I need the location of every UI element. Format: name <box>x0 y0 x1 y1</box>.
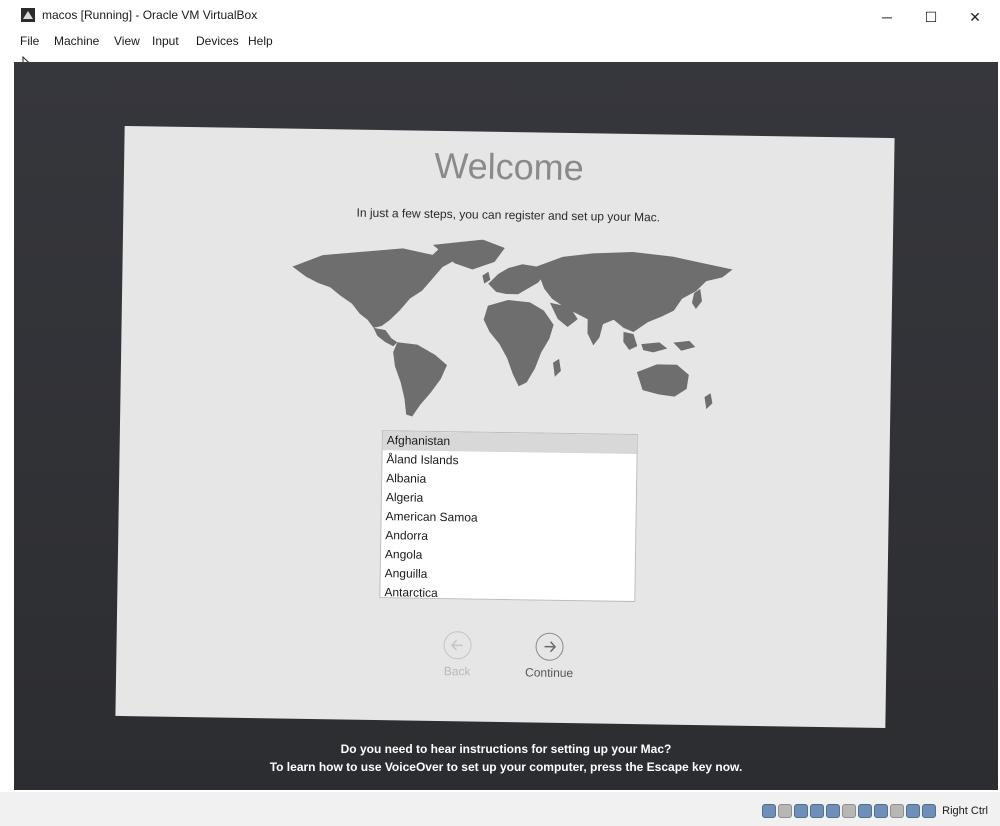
virtualbox-app-icon <box>21 8 35 22</box>
audio-icon[interactable] <box>794 804 809 818</box>
close-button[interactable]: ✕ <box>962 8 988 26</box>
usb-icon[interactable] <box>826 804 841 818</box>
voiceover-prompt-line1: Do you need to hear instructions for set… <box>340 742 672 756</box>
menu-view[interactable]: View <box>114 34 140 48</box>
continue-button[interactable]: Continue <box>519 632 580 685</box>
back-label: Back <box>443 664 471 679</box>
maximize-icon: ☐ <box>924 8 938 25</box>
maximize-button[interactable]: ☐ <box>918 8 944 26</box>
setup-panel: Welcome In just a few steps, you can reg… <box>115 125 895 729</box>
menu-file[interactable]: File <box>20 34 39 48</box>
host-key-label: Right Ctrl <box>942 805 988 817</box>
status-icons: Right Ctrl <box>762 804 988 818</box>
voiceover-prompt-line2: To learn how to use VoiceOver to set up … <box>269 760 743 774</box>
close-icon: ✕ <box>969 8 981 25</box>
optical-drive-icon[interactable] <box>778 804 793 818</box>
welcome-subtitle: In just a few steps, you can register an… <box>356 205 661 225</box>
country-list[interactable]: Afghanistan Åland Islands Albania Algeri… <box>379 430 638 603</box>
title-bar: macos [Running] - Oracle VM VirtualBox ─… <box>0 0 1000 30</box>
back-button[interactable]: Back <box>427 631 488 684</box>
keyboard-capture-icon[interactable] <box>922 804 937 818</box>
welcome-title: Welcome <box>434 144 585 189</box>
continue-arrow-icon <box>535 632 564 661</box>
menu-help[interactable]: Help <box>248 34 273 48</box>
menu-machine[interactable]: Machine <box>54 34 99 48</box>
list-item[interactable]: Antarctica <box>380 583 634 602</box>
vm-display[interactable]: Welcome In just a few steps, you can reg… <box>14 62 998 790</box>
window-title: macos [Running] - Oracle VM VirtualBox <box>42 8 258 22</box>
back-arrow-icon <box>443 631 472 660</box>
shared-folders-icon[interactable] <box>842 804 857 818</box>
display-icon[interactable] <box>858 804 873 818</box>
hard-disk-icon[interactable] <box>762 804 777 818</box>
world-map-image <box>292 239 733 417</box>
video-capture-icon[interactable] <box>874 804 889 818</box>
continue-label: Continue <box>525 665 574 681</box>
status-bar: Right Ctrl <box>0 792 1000 826</box>
cpu-icon[interactable] <box>890 804 905 818</box>
mouse-integration-icon[interactable] <box>906 804 921 818</box>
network-icon[interactable] <box>810 804 825 818</box>
virtualbox-window: macos [Running] - Oracle VM VirtualBox ─… <box>0 0 1000 826</box>
menu-bar: File Machine View Input Devices Help <box>0 30 1000 52</box>
menu-input[interactable]: Input <box>152 34 179 48</box>
minimize-icon: ─ <box>882 9 892 25</box>
menu-devices[interactable]: Devices <box>196 34 239 48</box>
minimize-button[interactable]: ─ <box>874 8 900 26</box>
